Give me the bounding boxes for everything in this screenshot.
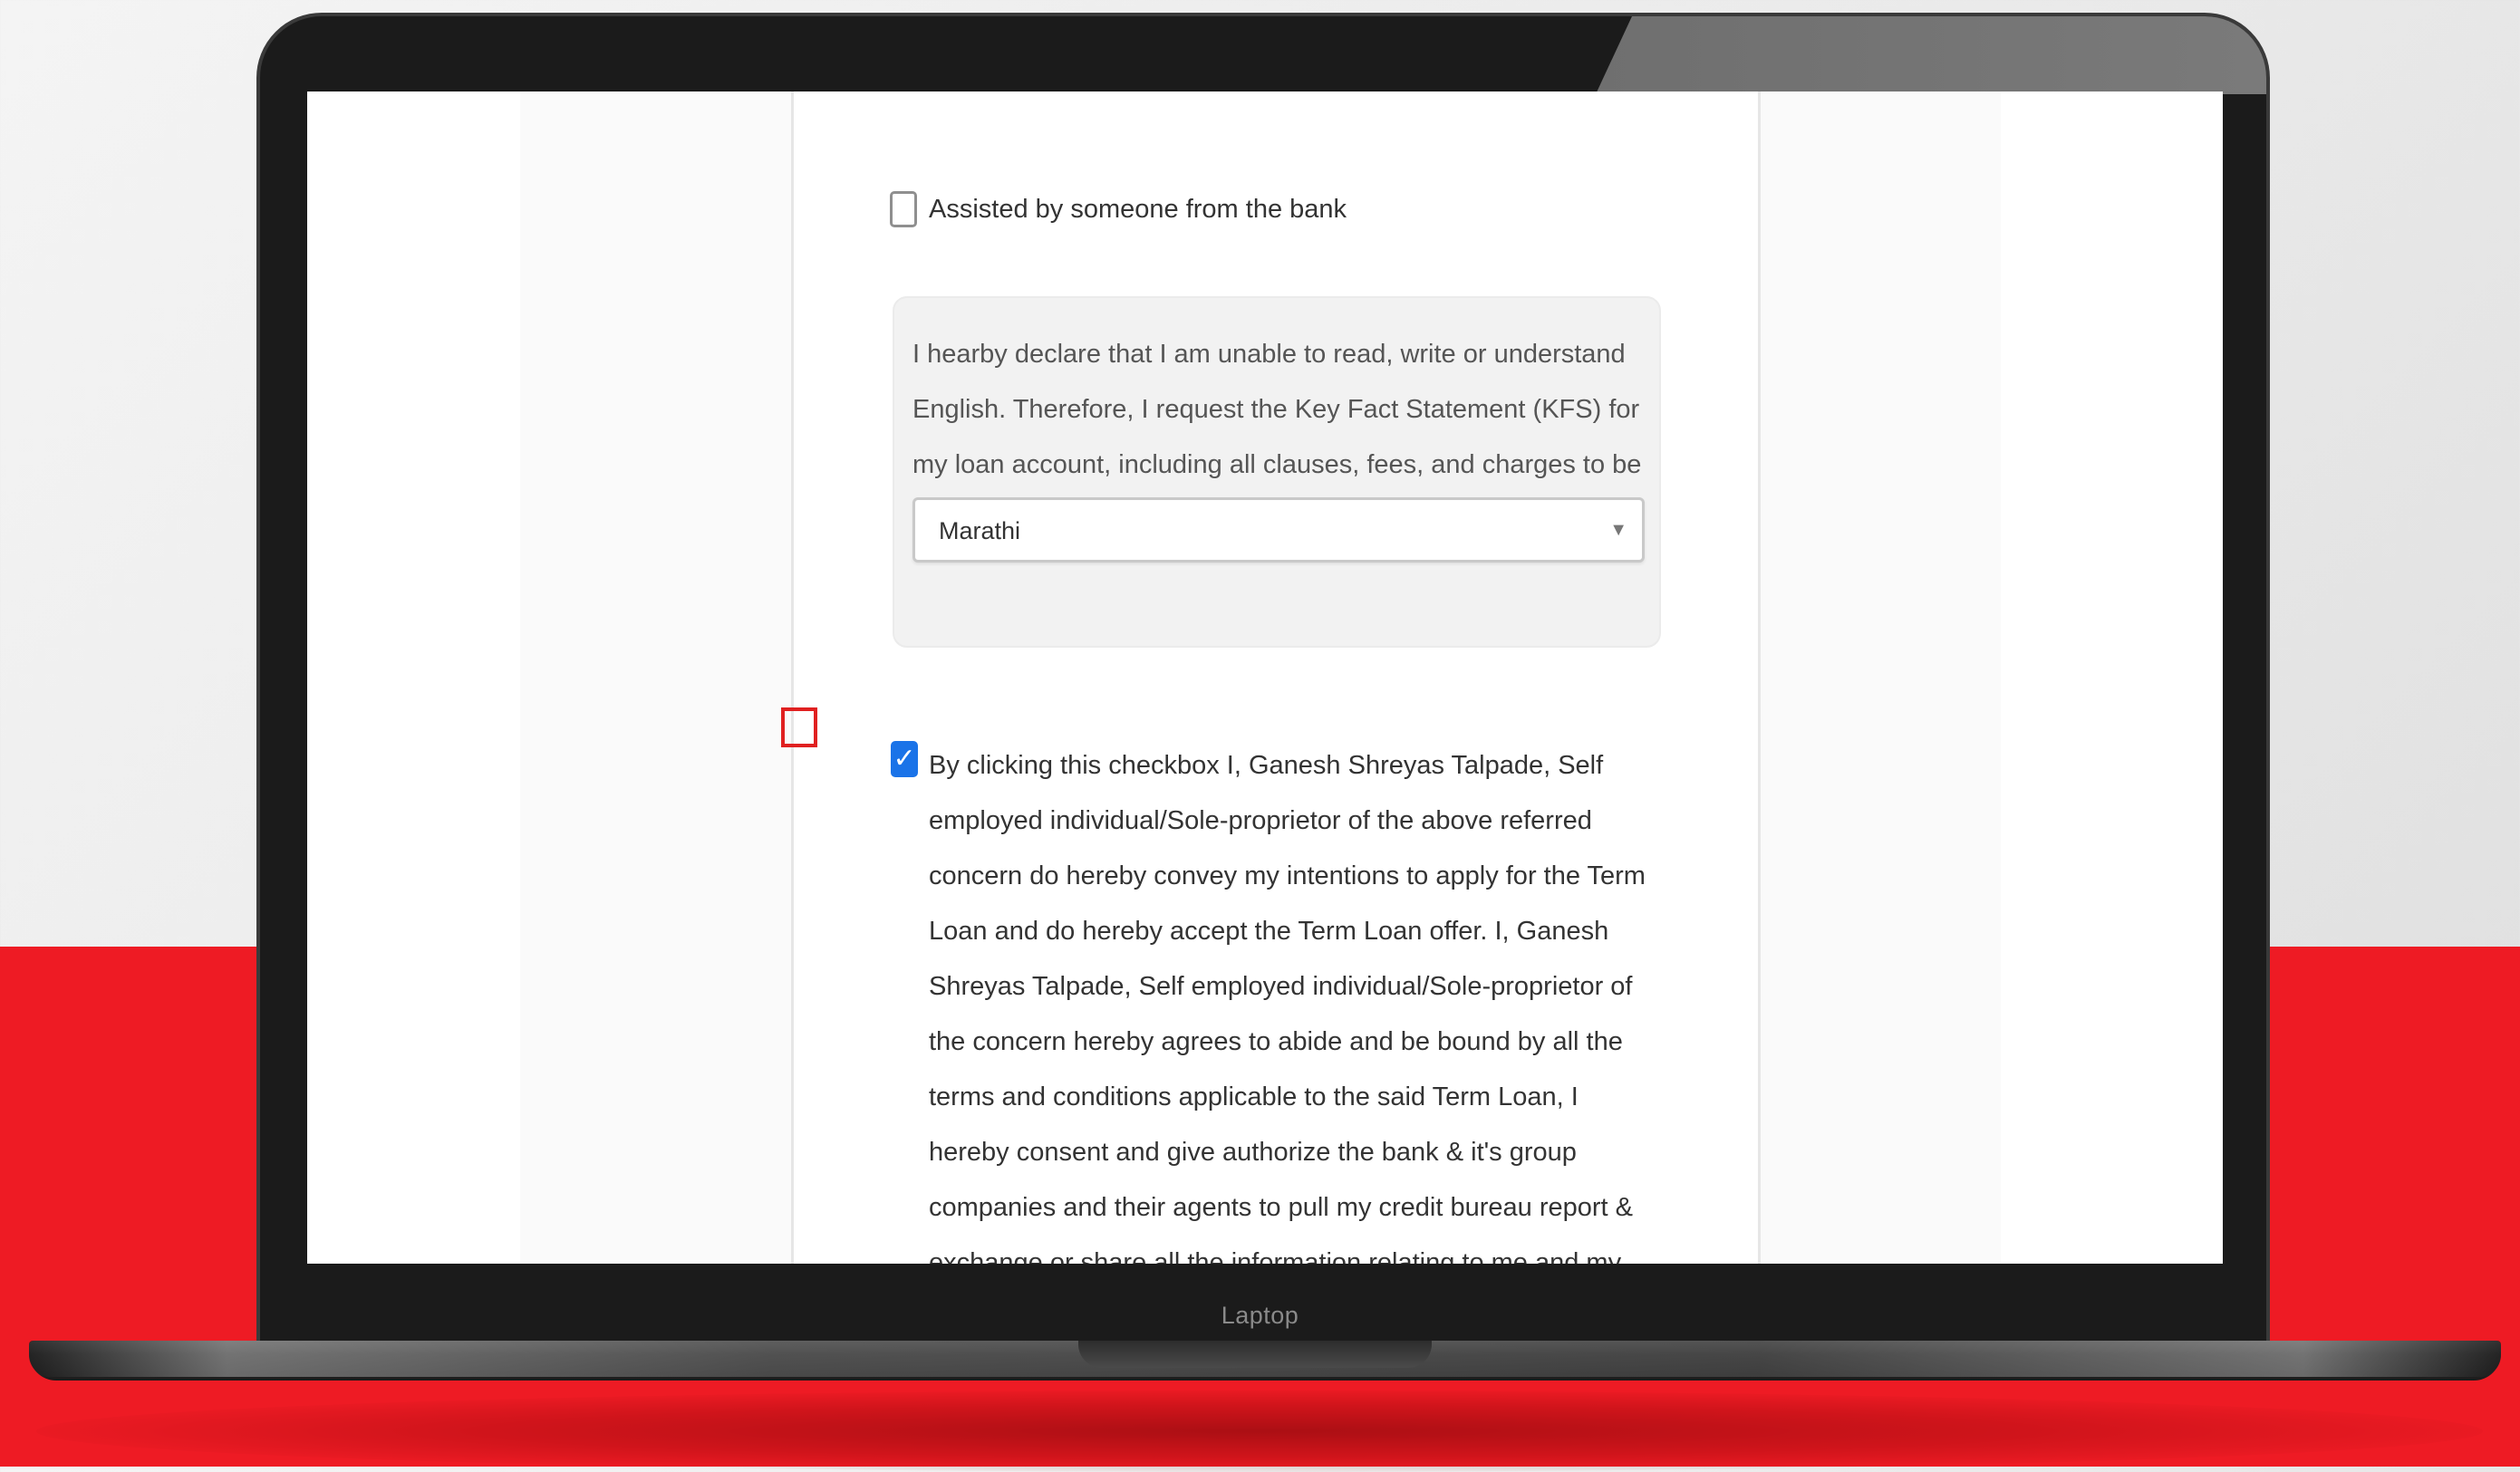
assisted-by-bank-label: Assisted by someone from the bank (929, 195, 1347, 224)
consent-checkbox[interactable]: ✓ (891, 741, 918, 777)
lid-glare (1596, 16, 2266, 94)
laptop-brand-label: Laptop (1221, 1302, 1299, 1329)
highlight-marker (781, 707, 817, 747)
laptop-shadow (36, 1390, 2483, 1472)
consent-text: By clicking this checkbox I, Ganesh Shre… (929, 751, 1646, 1264)
laptop-screen: Assisted by someone from the bank I hear… (307, 91, 2223, 1264)
language-select[interactable]: Marathi ▼ (912, 497, 1645, 563)
laptop-notch (1078, 1341, 1432, 1368)
assisted-by-bank-checkbox[interactable] (890, 191, 917, 227)
chevron-down-icon: ▼ (1609, 520, 1627, 540)
language-select-value: Marathi (939, 517, 1021, 544)
checkmark-icon: ✓ (893, 744, 916, 774)
language-declaration-panel: I hearby declare that I am unable to rea… (893, 296, 1661, 648)
